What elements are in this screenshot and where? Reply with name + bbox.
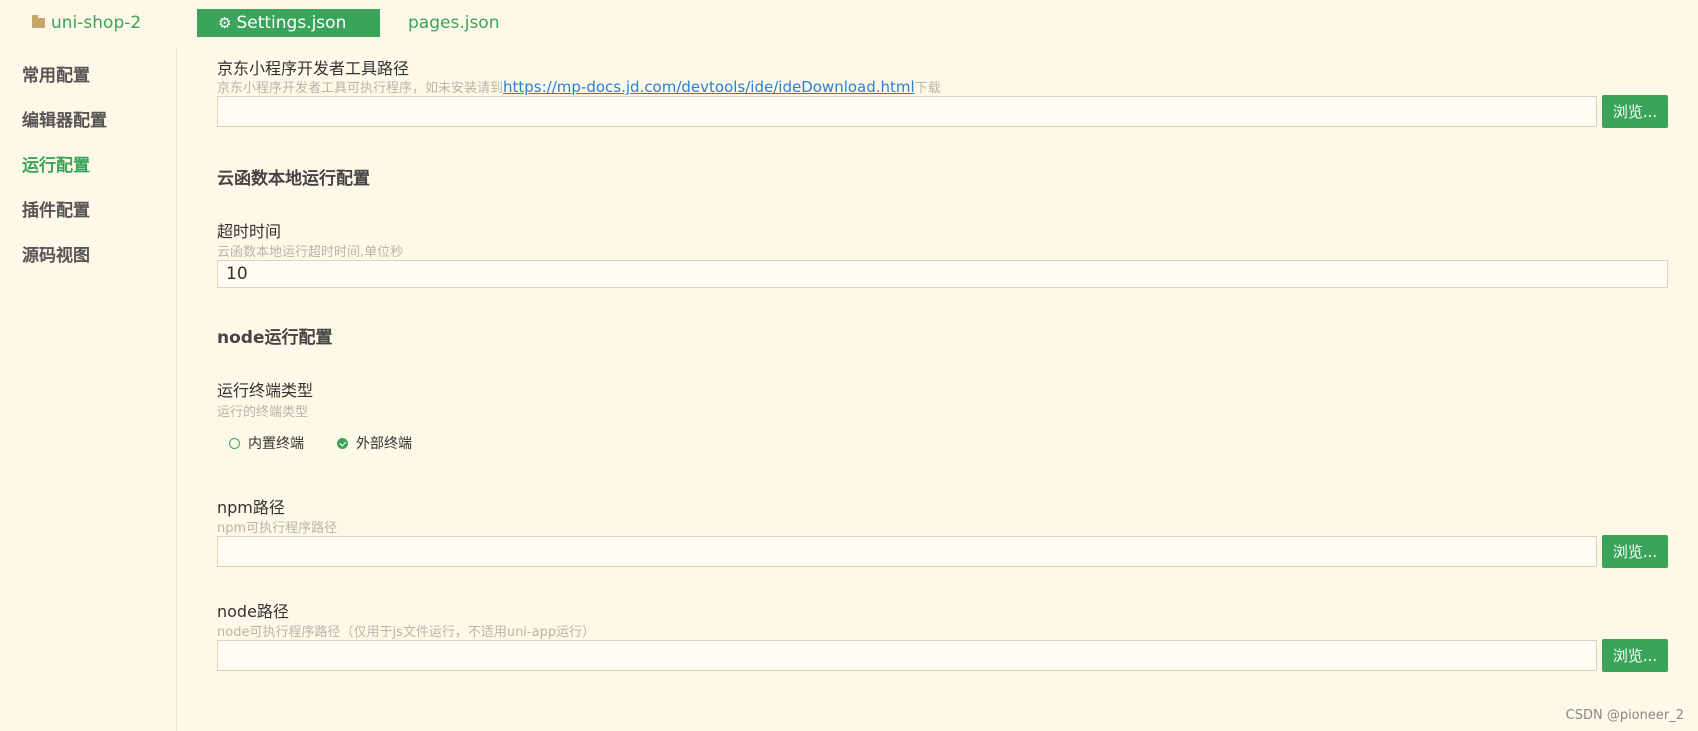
node-section-title: node运行配置	[217, 328, 333, 348]
terminal-title: 运行终端类型	[217, 381, 314, 400]
cloud-section-title: 云函数本地运行配置	[217, 169, 370, 189]
sidebar-item-common[interactable]: 常用配置	[22, 61, 90, 86]
sidebar-item-plugin[interactable]: 插件配置	[22, 196, 90, 221]
tab-project-label: uni-shop-2	[51, 13, 142, 33]
sidebar-item-source[interactable]: 源码视图	[22, 241, 90, 266]
jd-path-desc: 京东小程序开发者工具可执行程序，如未安装请到https://mp-docs.jd…	[217, 77, 941, 96]
node-path-title: node路径	[217, 602, 289, 621]
radio-external-terminal[interactable]: 外部终端	[337, 433, 412, 453]
jd-browse-button[interactable]: 浏览...	[1602, 95, 1668, 128]
radio-circle-icon	[229, 437, 240, 449]
jd-download-link[interactable]: https://mp-docs.jd.com/devtools/ide/ideD…	[503, 78, 915, 96]
radio-external-label: 外部终端	[356, 436, 412, 452]
jd-path-title: 京东小程序开发者工具路径	[217, 59, 410, 78]
tab-project-folder[interactable]: uni-shop-2	[32, 9, 141, 37]
folder-icon	[32, 15, 45, 28]
csdn-watermark: CSDN @pioneer_2	[1565, 708, 1684, 723]
radio-builtin-label: 内置终端	[248, 436, 304, 452]
timeout-input[interactable]	[217, 260, 1668, 288]
npm-path-desc: npm可执行程序路径	[217, 521, 338, 536]
jd-path-desc-prefix: 京东小程序开发者工具可执行程序，如未安装请到	[217, 81, 504, 96]
settings-sidebar: 常用配置 编辑器配置 运行配置 插件配置 源码视图	[0, 48, 177, 731]
terminal-desc: 运行的终端类型	[217, 405, 309, 420]
npm-path-input[interactable]	[217, 536, 1597, 567]
npm-path-title: npm路径	[217, 498, 285, 517]
sidebar-item-editor[interactable]: 编辑器配置	[22, 106, 107, 131]
timeout-desc: 云函数本地运行超时时间,单位秒	[217, 245, 404, 260]
npm-browse-button[interactable]: 浏览...	[1602, 535, 1668, 568]
radio-checked-icon	[337, 437, 348, 449]
node-browse-button[interactable]: 浏览...	[1602, 639, 1668, 672]
node-path-desc: node可执行程序路径（仅用于js文件运行，不适用uni-app运行）	[217, 625, 596, 640]
timeout-title: 超时时间	[217, 222, 282, 241]
node-path-input[interactable]	[217, 640, 1597, 671]
jd-path-input[interactable]	[217, 96, 1597, 127]
settings-main: 京东小程序开发者工具路径 京东小程序开发者工具可执行程序，如未安装请到https…	[217, 0, 1669, 731]
radio-builtin-terminal[interactable]: 内置终端	[229, 433, 304, 453]
jd-path-desc-suffix: 下载	[914, 81, 941, 96]
sidebar-item-run[interactable]: 运行配置	[22, 151, 90, 176]
